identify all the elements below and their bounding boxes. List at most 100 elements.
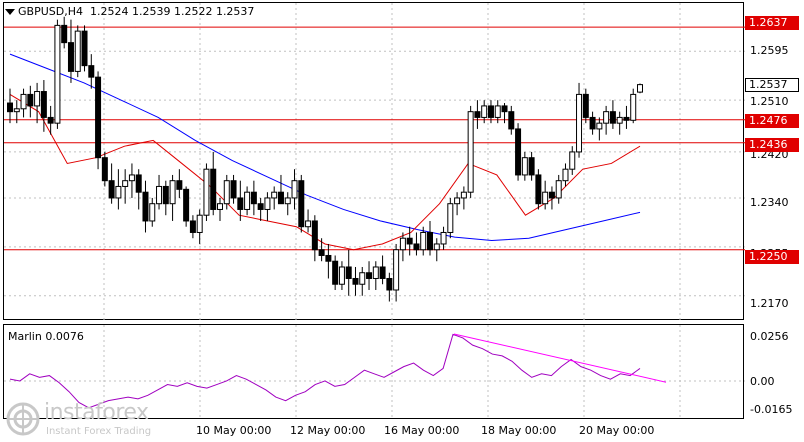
bear-candle [298, 180, 305, 228]
bear-candle [189, 220, 196, 233]
bull-candle [34, 91, 41, 107]
bear-candle [257, 203, 264, 210]
bull-candle [20, 93, 27, 110]
indicator-axis-label: -0.0165 [750, 403, 793, 416]
bull-candle [603, 111, 610, 124]
bear-candle [501, 105, 508, 113]
bear-candle [623, 116, 630, 121]
bull-candle [291, 180, 298, 199]
price-pane[interactable] [3, 2, 745, 321]
bull-candle [433, 243, 440, 251]
bull-candle [420, 231, 427, 251]
bull-candle [203, 168, 210, 216]
bull-candle [149, 203, 156, 222]
bear-candle [609, 111, 616, 124]
bull-candle [13, 108, 20, 113]
bull-candle [169, 180, 176, 205]
bear-candle [230, 180, 237, 199]
bear-candle [237, 197, 244, 210]
bear-candle [515, 128, 522, 176]
bull-candle [440, 231, 447, 245]
watermark-tagline: Instant Forex Trading [46, 426, 152, 437]
bull-candle [494, 105, 501, 118]
level-tag: 1.2436 [745, 138, 799, 152]
bull-candle [576, 93, 583, 153]
level-tag: 1.2476 [745, 114, 799, 128]
bear-candle [508, 111, 515, 130]
price-axis-label: 1.2170 [750, 297, 789, 310]
current-price-tag: 1.2537 [745, 78, 799, 92]
symbol-dropdown-icon[interactable] [5, 9, 15, 15]
bull-candle [569, 151, 576, 170]
bull-candle [264, 197, 271, 210]
bull-candle [271, 191, 278, 199]
time-axis-label: 10 May 00:00 [196, 424, 272, 437]
bull-candle [244, 191, 251, 210]
bear-candle [67, 42, 74, 72]
bull-candle [393, 249, 400, 291]
bull-candle [630, 93, 637, 121]
bear-candle [81, 30, 88, 67]
bear-candle [210, 168, 217, 210]
bear-candle [27, 93, 34, 107]
bear-candle [142, 191, 149, 222]
bull-candle [637, 84, 643, 93]
bear-candle [325, 254, 332, 262]
bull-candle [284, 197, 291, 205]
bull-candle [115, 185, 122, 199]
bear-candle [487, 105, 494, 118]
price-axis-label: 1.2510 [750, 95, 789, 108]
bull-candle [217, 203, 223, 210]
bear-candle [135, 174, 142, 193]
bear-candle [318, 249, 325, 256]
bull-candle [481, 105, 488, 118]
bull-candle [562, 168, 569, 182]
bull-candle [338, 266, 345, 285]
moving-average-line [9, 53, 641, 242]
bull-candle [454, 197, 461, 205]
ohlc-values: 1.2524 1.2539 1.2522 1.2537 [89, 5, 255, 18]
bear-candle [40, 91, 47, 118]
bear-candle [311, 220, 318, 251]
bull-candle [447, 203, 454, 233]
bull-candle [555, 180, 562, 199]
bear-candle [427, 231, 433, 251]
time-axis-label: 18 May 00:00 [481, 424, 557, 437]
bull-candle [122, 180, 129, 187]
symbol-header: GBPUSD,H4 1.2524 1.2539 1.2522 1.2537 [18, 5, 254, 18]
chart-window[interactable]: GBPUSD,H4 1.2524 1.2539 1.2522 1.2537 Ma… [0, 0, 804, 442]
indicator-axis-label: 0.00 [750, 375, 775, 388]
bull-candle [467, 111, 474, 193]
watermark-name: instaforex [44, 400, 149, 425]
bear-candle [7, 102, 13, 113]
bull-candle [156, 185, 163, 205]
bear-candle [379, 266, 386, 279]
bear-candle [535, 174, 542, 205]
bear-candle [108, 180, 115, 199]
level-tag: 1.2250 [745, 250, 799, 264]
indicator-label: Marlin 0.0076 [8, 330, 84, 343]
symbol-name: GBPUSD,H4 [18, 5, 83, 18]
trend-line [453, 333, 667, 383]
instaforex-logo-icon [6, 402, 40, 436]
bear-candle [406, 237, 413, 245]
time-axis-label: 20 May 00:00 [579, 424, 655, 437]
bull-candle [196, 214, 203, 233]
bear-candle [366, 272, 373, 279]
bull-candle [521, 157, 528, 176]
bear-candle [250, 191, 257, 205]
bear-candle [332, 260, 339, 285]
watermark: instaforex Instant Forex Trading [4, 400, 184, 440]
bull-candle [596, 122, 603, 130]
time-axis-label: 12 May 00:00 [290, 424, 366, 437]
indicator-axis-label: 0.0256 [750, 330, 789, 343]
bull-candle [54, 24, 61, 124]
bull-candle [223, 180, 230, 205]
bull-candle [359, 272, 366, 285]
bear-candle [474, 111, 481, 118]
bear-candle [88, 65, 95, 78]
level-tag: 1.2637 [745, 16, 799, 30]
bull-candle [542, 191, 549, 205]
price-axis-label: 1.2340 [750, 196, 789, 209]
bull-candle [372, 266, 379, 279]
